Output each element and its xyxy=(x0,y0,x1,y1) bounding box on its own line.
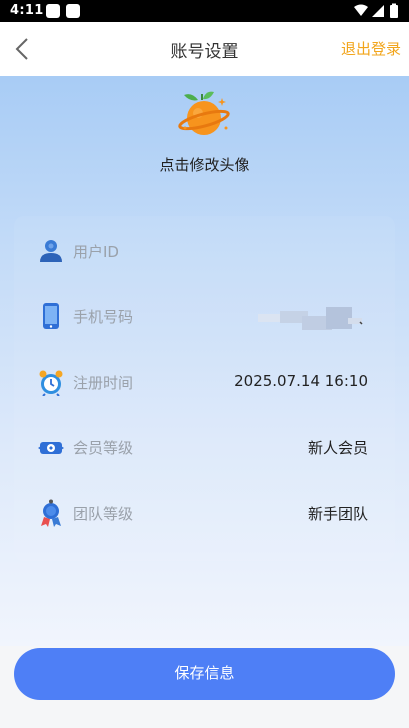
save-button[interactable]: 保存信息 xyxy=(14,648,395,700)
row-team-level: 团队等级 新手团队 xyxy=(14,483,395,543)
user-id-label: 用户ID xyxy=(73,243,119,261)
avatar[interactable] xyxy=(176,86,232,142)
status-bar: 4:11 xyxy=(0,0,409,22)
member-level-label: 会员等级 xyxy=(73,439,134,457)
register-time-value: 2025.07.14 16:10 xyxy=(234,372,368,390)
battery-icon xyxy=(390,5,398,18)
member-level-value: 新人会员 xyxy=(307,439,368,457)
alarm-clock-icon xyxy=(39,370,63,396)
info-card: 用户ID 手机号码 注册时间 2025.07.14 16:10 会员等级 新人会… xyxy=(14,216,395,561)
user-icon xyxy=(40,240,62,262)
member-badge-icon xyxy=(38,442,64,454)
register-time-label: 注册时间 xyxy=(73,374,134,392)
notification-icon xyxy=(66,4,80,18)
main-content: 点击修改头像 用户ID 手机号码 注册时间 2025.07.14 16:10 会… xyxy=(0,76,409,646)
signal-icon xyxy=(372,5,384,17)
row-phone[interactable]: 手机号码 xyxy=(14,286,395,346)
orange-planet-avatar-icon xyxy=(178,91,230,135)
phone-value-redacted xyxy=(258,307,363,330)
notification-icon xyxy=(46,4,60,18)
wifi-icon xyxy=(354,4,368,16)
team-level-value: 新手团队 xyxy=(307,505,368,523)
bottom-bar: 保存信息 xyxy=(0,646,409,728)
status-time: 4:11 xyxy=(10,3,44,18)
team-level-label: 团队等级 xyxy=(73,505,134,523)
phone-label: 手机号码 xyxy=(73,308,134,326)
medal-icon xyxy=(41,499,61,527)
logout-button[interactable]: 退出登录 xyxy=(341,38,401,59)
system-status-icons xyxy=(354,3,398,18)
row-member-level: 会员等级 新人会员 xyxy=(14,417,395,477)
row-user-id[interactable]: 用户ID xyxy=(14,221,395,281)
app-bar: 账号设置 退出登录 xyxy=(0,22,409,76)
change-avatar-label[interactable]: 点击修改头像 xyxy=(0,154,409,175)
phone-icon xyxy=(43,303,59,329)
row-register-time: 注册时间 2025.07.14 16:10 xyxy=(14,352,395,412)
